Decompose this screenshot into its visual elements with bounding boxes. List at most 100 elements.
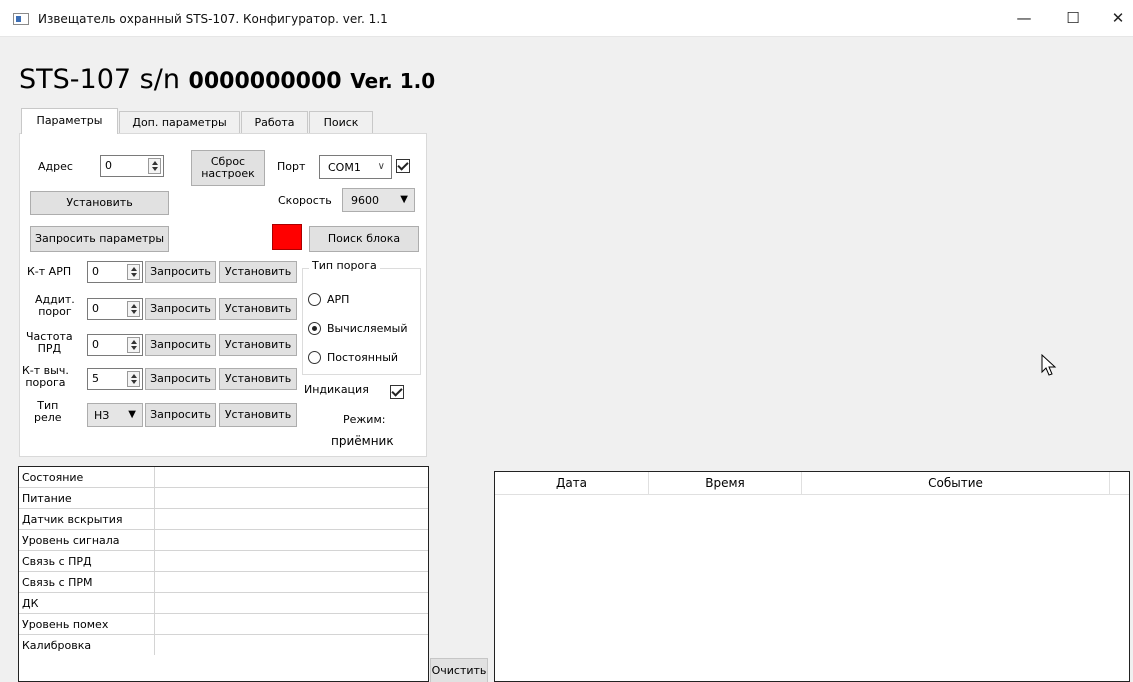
status-row-value (154, 530, 427, 550)
spin-arrows-icon[interactable] (127, 337, 140, 353)
spin-arrows-icon[interactable] (127, 301, 140, 317)
arp-coeff-label: К-т АРП (27, 265, 72, 278)
calc-threshold-label-line2: порога (25, 376, 66, 389)
firmware-version: Ver. 1.0 (350, 69, 436, 93)
tx-frequency-query-button[interactable]: Запросить (145, 334, 216, 356)
tab-work[interactable]: Работа (241, 111, 308, 133)
status-row: Калибровка (19, 635, 428, 656)
status-row-name: Питание (22, 492, 72, 505)
tab-search[interactable]: Поиск (309, 111, 373, 133)
status-row-value (154, 509, 427, 529)
calc-threshold-value: 5 (92, 372, 99, 385)
relay-type-label: Тип реле (34, 400, 62, 424)
status-table: Состояние Питание Датчик вскрытия Уровен… (18, 466, 429, 682)
calc-threshold-set-button[interactable]: Установить (219, 368, 297, 390)
column-header-date[interactable]: Дата (495, 472, 649, 494)
status-row: Состояние (19, 467, 428, 488)
relay-type-select[interactable]: НЗ ▼ (87, 403, 143, 427)
port-select[interactable]: COM1 ∨ (319, 155, 392, 179)
status-row-value (154, 572, 427, 592)
status-row-name: Уровень сигнала (22, 534, 120, 547)
address-spinbox[interactable]: 0 (100, 155, 164, 177)
threshold-calculated-label: Вычисляемый (327, 322, 408, 335)
maximize-button[interactable]: ☐ (1061, 6, 1085, 30)
relay-type-set-button[interactable]: Установить (219, 403, 297, 427)
reset-label-line2: настроек (201, 167, 255, 180)
calc-threshold-spinbox[interactable]: 5 (87, 368, 143, 390)
status-row: Датчик вскрытия (19, 509, 428, 530)
threshold-arp-label: АРП (327, 293, 350, 306)
speed-select[interactable]: 9600 ▼ (342, 188, 415, 212)
relay-type-value: НЗ (94, 409, 110, 422)
additive-threshold-label-line2: порог (38, 305, 72, 318)
spin-arrows-icon[interactable] (127, 371, 140, 387)
search-block-button[interactable]: Поиск блока (309, 226, 419, 252)
threshold-calculated-radio[interactable] (308, 322, 321, 335)
arp-coeff-query-button[interactable]: Запросить (145, 261, 216, 283)
serial-label: s/n (139, 64, 180, 95)
window-title: Извещатель охранный STS-107. Конфигурато… (38, 12, 388, 26)
threshold-constant-label: Постоянный (327, 351, 399, 364)
set-address-button[interactable]: Установить (30, 191, 169, 215)
additive-threshold-label: Аддит. порог (35, 294, 75, 318)
app-icon (13, 13, 29, 25)
column-header-time[interactable]: Время (649, 472, 802, 494)
query-parameters-button[interactable]: Запросить параметры (30, 226, 169, 252)
status-row: ДК (19, 593, 428, 614)
serial-number: 0000000000 (188, 69, 342, 94)
address-label: Адрес (38, 160, 73, 173)
status-row-name: Калибровка (22, 639, 92, 652)
status-row-value (154, 635, 427, 655)
events-header: Дата Время Событие (495, 472, 1129, 495)
threshold-arp-radio[interactable] (308, 293, 321, 306)
status-row-name: Состояние (22, 471, 84, 484)
arp-coeff-set-button[interactable]: Установить (219, 261, 297, 283)
status-row-value (154, 593, 427, 613)
port-label: Порт (277, 160, 306, 173)
tx-frequency-value: 0 (92, 338, 99, 351)
additive-threshold-query-button[interactable]: Запросить (145, 298, 216, 320)
close-button[interactable]: ✕ (1106, 6, 1130, 30)
status-row-value (154, 467, 427, 487)
tx-frequency-label-line2: ПРД (37, 342, 62, 355)
chevron-down-icon: ∨ (377, 161, 385, 172)
status-row-name: Связь с ПРМ (22, 576, 93, 589)
triangle-down-icon: ▼ (128, 409, 136, 420)
speed-value: 9600 (351, 194, 379, 207)
arp-coeff-spinbox[interactable]: 0 (87, 261, 143, 283)
status-row: Уровень помех (19, 614, 428, 635)
reset-settings-button[interactable]: Сброс настроек (191, 150, 265, 186)
column-header-event[interactable]: Событие (802, 472, 1110, 494)
status-row-name: ДК (22, 597, 39, 610)
tab-parameters[interactable]: Параметры (21, 108, 118, 134)
window-titlebar: Извещатель охранный STS-107. Конфигурато… (0, 0, 1133, 37)
spin-arrows-icon[interactable] (127, 264, 140, 280)
threshold-constant-radio[interactable] (308, 351, 321, 364)
status-row-name: Уровень помех (22, 618, 109, 631)
indication-checkbox[interactable] (390, 385, 404, 399)
relay-type-query-button[interactable]: Запросить (145, 403, 216, 427)
status-row: Связь с ПРМ (19, 572, 428, 593)
port-checkbox[interactable] (396, 159, 410, 173)
relay-type-label-line2: реле (34, 411, 62, 424)
tab-extra-parameters[interactable]: Доп. параметры (119, 111, 240, 133)
additive-threshold-value: 0 (92, 302, 99, 315)
status-row: Питание (19, 488, 428, 509)
tx-frequency-set-button[interactable]: Установить (219, 334, 297, 356)
mode-label: Режим: (343, 413, 386, 426)
additive-threshold-spinbox[interactable]: 0 (87, 298, 143, 320)
calc-threshold-query-button[interactable]: Запросить (145, 368, 216, 390)
status-row-value (154, 488, 427, 508)
speed-label: Скорость (278, 194, 332, 207)
threshold-type-title: Тип порога (309, 259, 380, 272)
clear-events-button[interactable]: Очистить (430, 658, 488, 682)
address-value: 0 (105, 159, 112, 172)
triangle-down-icon: ▼ (400, 194, 408, 205)
indication-label: Индикация (304, 383, 369, 396)
status-row-value (154, 614, 427, 634)
additive-threshold-set-button[interactable]: Установить (219, 298, 297, 320)
tx-frequency-spinbox[interactable]: 0 (87, 334, 143, 356)
minimize-button[interactable]: — (1012, 6, 1036, 30)
events-table[interactable]: Дата Время Событие (494, 471, 1130, 682)
spin-arrows-icon[interactable] (148, 158, 161, 174)
